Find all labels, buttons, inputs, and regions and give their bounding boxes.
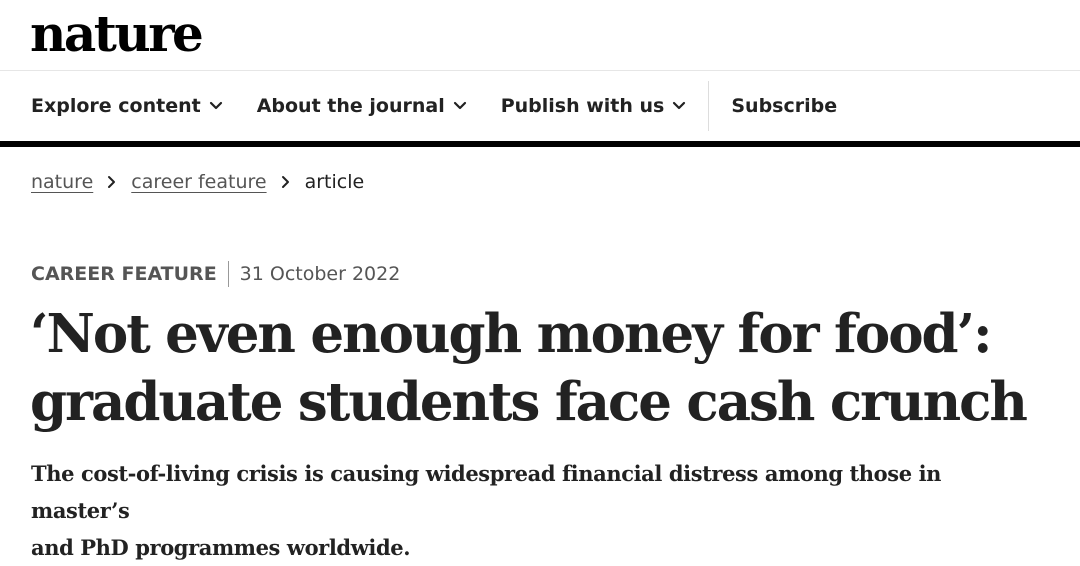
main-nav: Explore content About the journal Publis… [0,71,1080,141]
header-rule [0,141,1080,147]
nav-explore-content[interactable]: Explore content [31,95,223,117]
subscribe-label: Subscribe [731,95,838,117]
chevron-right-icon [281,176,289,188]
article-standfirst-line-2: and PhD programmes worldwide. [31,535,411,560]
article-title-line-2: graduate students face cash crunch [30,371,1028,433]
article-title-line-1: ‘Not even enough money for food’: [30,303,993,365]
chevron-down-icon [673,101,686,110]
article-type: CAREER FEATURE [31,263,217,285]
chevron-down-icon [453,101,466,110]
article-meta: CAREER FEATURE 31 October 2022 [31,261,400,287]
meta-divider [227,261,229,287]
nav-explore-content-label: Explore content [31,95,201,117]
nav-divider [708,81,710,131]
nav-about-the-journal-label: About the journal [256,95,445,117]
nav-publish-with-us[interactable]: Publish with us [501,95,687,117]
breadcrumb-link-nature[interactable]: nature [31,171,93,193]
nav-publish-with-us-label: Publish with us [500,95,665,117]
chevron-right-icon [108,176,116,188]
nature-logo[interactable]: nature [30,2,204,66]
breadcrumb: nature career feature article [31,171,364,193]
nav-about-the-journal[interactable]: About the journal [257,95,467,117]
breadcrumb-link-career-feature[interactable]: career feature [131,171,266,193]
article-standfirst-line-1: The cost-of-living crisis is causing wid… [31,461,942,523]
article-standfirst: The cost-of-living crisis is causing wid… [31,455,1031,566]
chevron-down-icon [209,101,222,110]
article-title: ‘Not even enough money for food’: gradua… [30,300,1060,436]
article-date: 31 October 2022 [239,263,401,285]
breadcrumb-current: article [304,171,365,193]
subscribe-link[interactable]: Subscribe [731,95,837,117]
site-header: nature [0,0,1080,71]
